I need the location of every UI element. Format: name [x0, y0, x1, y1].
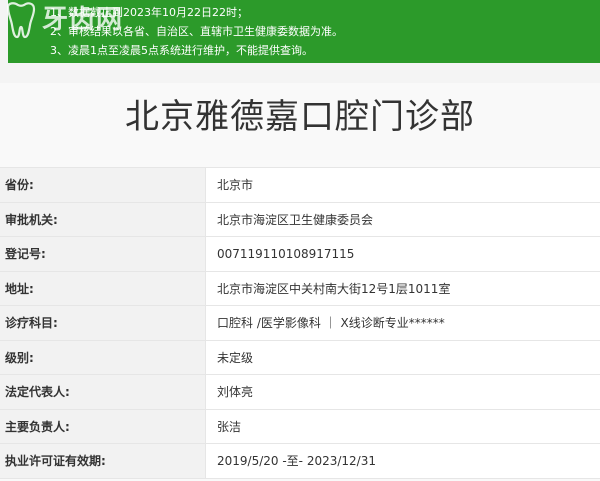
row-label: 级别: — [0, 340, 206, 374]
table-row-province: 省份: 北京市 — [0, 168, 600, 203]
notice-banner: 1、数据截止到2023年10月22日22时； 2、审核结果以各省、自治区、直辖市… — [8, 0, 600, 63]
row-value: 北京市海淀区中关村南大街12号1层1011室 — [206, 271, 600, 305]
notice-line-2: 2、审核结果以各省、自治区、直辖市卫生健康委数据为准。 — [50, 25, 343, 38]
row-label: 登记号: — [0, 237, 206, 271]
row-value: 007119110108917115 — [206, 237, 600, 271]
row-value: 北京市海淀区卫生健康委员会 — [206, 202, 600, 236]
row-label: 审批机关: — [0, 202, 206, 236]
row-value: 张洁 — [206, 409, 600, 443]
table-row-registration-number: 登记号: 007119110108917115 — [0, 237, 600, 272]
row-value: 2019/5/20 -至- 2023/12/31 — [206, 444, 600, 478]
table-row-approval-authority: 审批机关: 北京市海淀区卫生健康委员会 — [0, 202, 600, 237]
row-label: 主要负责人: — [0, 409, 206, 443]
notice-line-3: 3、凌晨1点至凌晨5点系统进行维护，不能提供查询。 — [50, 44, 313, 57]
table-row-legal-representative: 法定代表人: 刘体亮 — [0, 375, 600, 410]
row-label: 省份: — [0, 168, 206, 202]
table-row-license-validity: 执业许可证有效期: 2019/5/20 -至- 2023/12/31 — [0, 444, 600, 479]
row-value: 未定级 — [206, 340, 600, 374]
page-title: 北京雅德嘉口腔门诊部 — [125, 97, 475, 137]
table-row-address: 地址: 北京市海淀区中关村南大街12号1层1011室 — [0, 271, 600, 306]
row-label: 执业许可证有效期: — [0, 444, 206, 478]
table-row-level: 级别: 未定级 — [0, 340, 600, 375]
row-label: 法定代表人: — [0, 375, 206, 409]
row-value: 北京市 — [206, 168, 600, 202]
row-label: 地址: — [0, 271, 206, 305]
row-value: 刘体亮 — [206, 375, 600, 409]
row-value: 口腔科 /医学影像科 ｜ X线诊断专业****** — [206, 306, 600, 340]
notice-line-1: 1、数据截止到2023年10月22日22时； — [50, 6, 248, 19]
table-row-principal: 主要负责人: 张洁 — [0, 409, 600, 444]
info-table: 省份: 北京市 审批机关: 北京市海淀区卫生健康委员会 登记号: 0071191… — [0, 167, 600, 479]
table-row-departments: 诊疗科目: 口腔科 /医学影像科 ｜ X线诊断专业****** — [0, 306, 600, 341]
row-label: 诊疗科目: — [0, 306, 206, 340]
